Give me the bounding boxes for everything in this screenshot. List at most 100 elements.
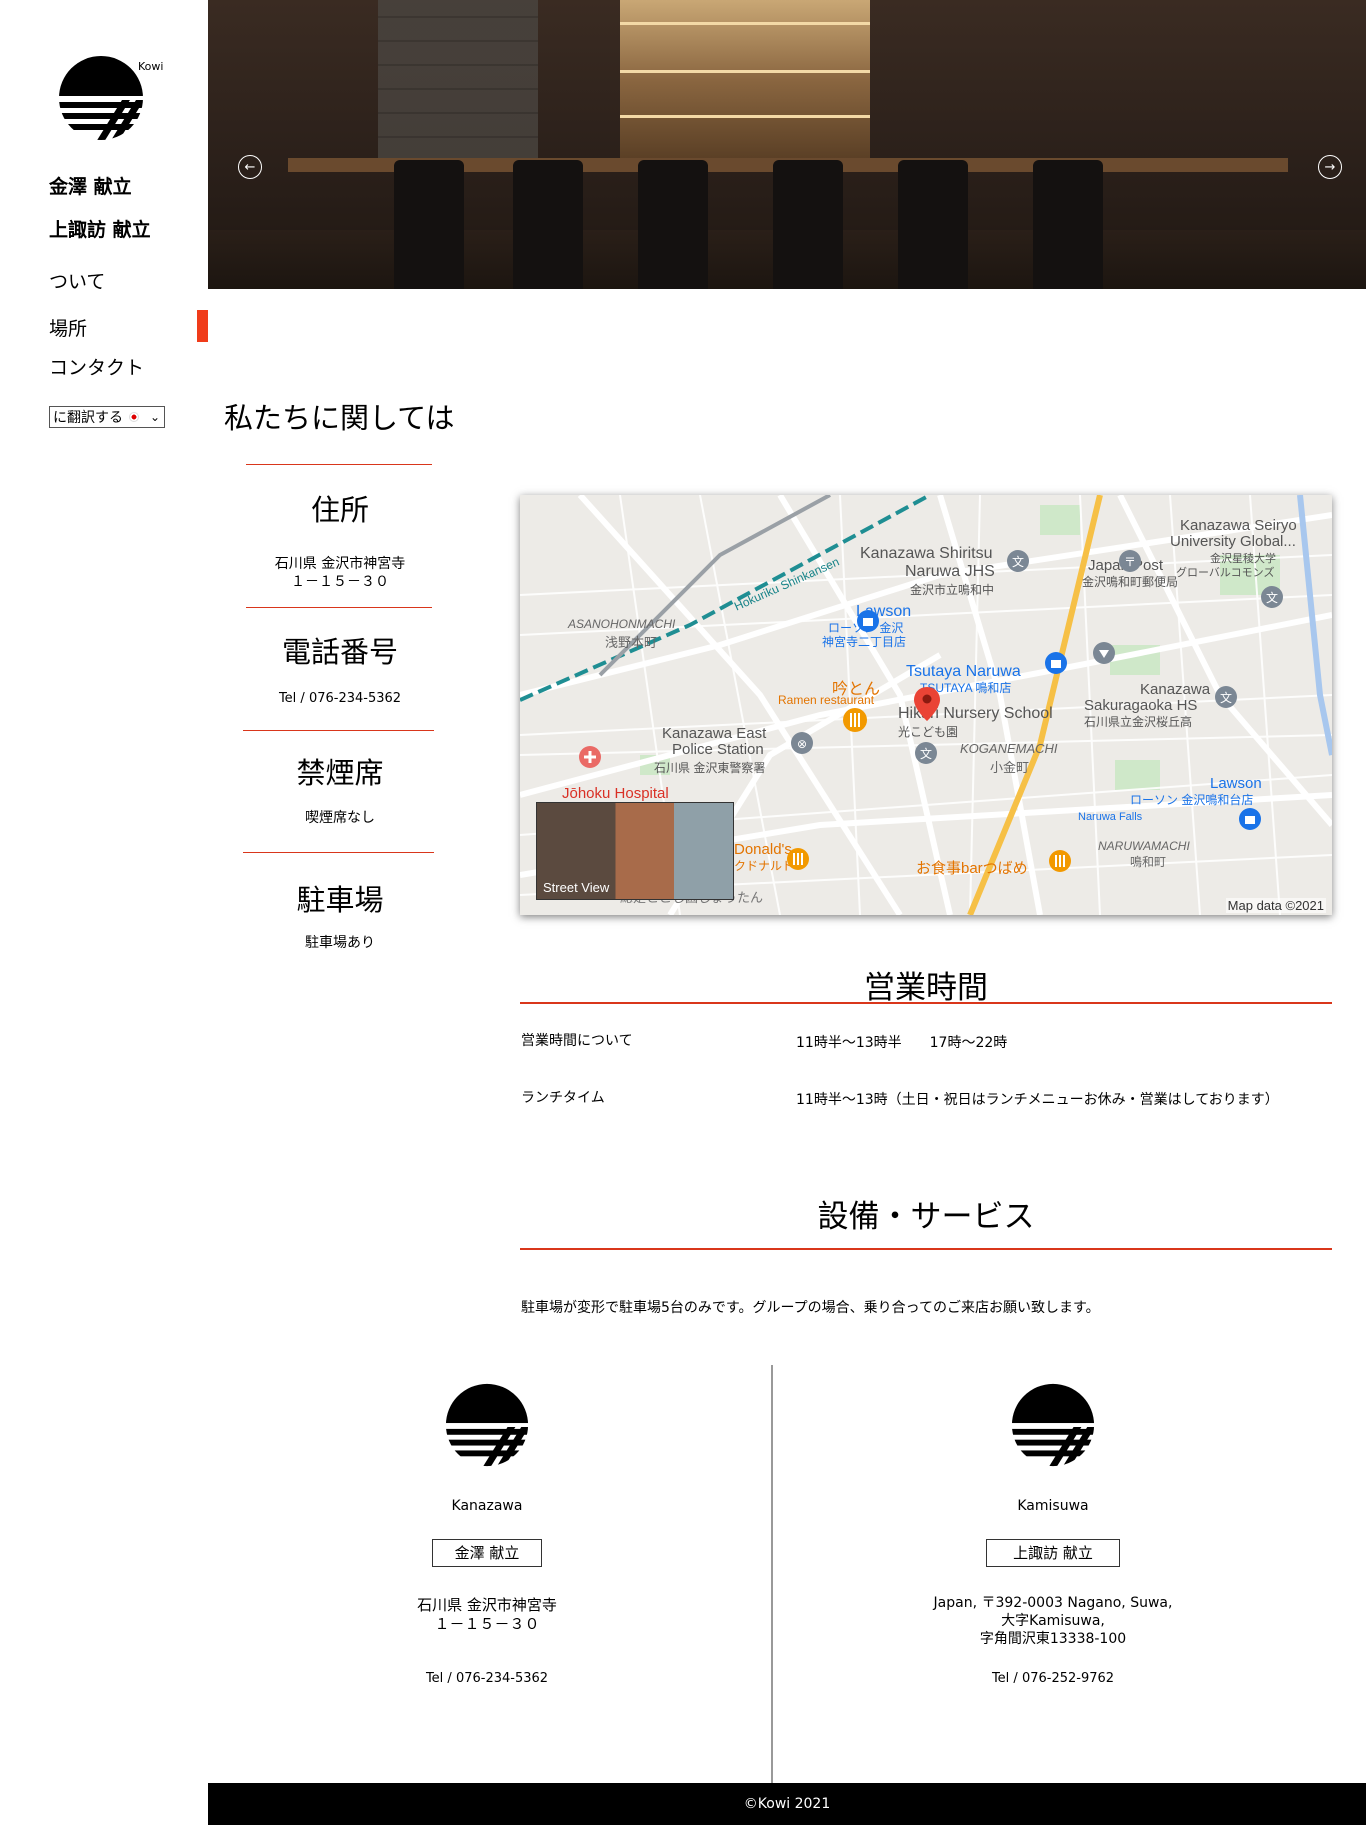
hero-stool [638,160,708,289]
hero-stool [513,160,583,289]
police-pin-icon[interactable]: ⊗ [790,731,814,755]
active-nav-marker [197,310,208,342]
hero-slider: ← → [208,0,1366,289]
map-pin-icon[interactable] [914,687,940,721]
phone-heading: 電話番号 [281,635,398,669]
nav-item-kanazawa-menu[interactable]: 金澤 献立 [49,172,132,199]
map-label-seiryo2: University Global... [1170,533,1296,550]
kanazawa-menu-button[interactable]: 金澤 献立 [432,1539,542,1567]
svg-text:文: 文 [920,746,932,761]
landmark-pin-icon[interactable] [1092,641,1116,665]
phone-text: Tel / 076-234-5362 [278,691,402,706]
map-label-sakuragaoka-jp: 石川県立金沢桜丘高 [1084,715,1193,729]
divider-rule [243,730,434,731]
hero-shelf-light [620,22,870,25]
arrow-left-icon[interactable]: ← [238,155,262,179]
map-label-koganemachi-jp: 小金町 [990,760,1030,775]
translate-label: に翻訳する [53,410,123,426]
svg-text:文: 文 [1220,690,1232,705]
smoking-heading: 禁煙席 [296,756,384,790]
school-pin-icon[interactable]: 文 [1214,685,1238,709]
hours-rule [520,1002,1332,1004]
school-pin-icon[interactable]: 文 [1260,585,1284,609]
hero-stool [394,160,464,289]
map-label-seiryo-jp2: グローバルコモンズ [1176,567,1275,579]
parking-text: 駐車場あり [305,935,375,951]
hospital-pin-icon[interactable] [578,745,602,773]
map-label-lawson2-jp: ローソン 金沢鳴和台店 [1130,793,1254,807]
nav-item-kamisuwa-menu[interactable]: 上諏訪 献立 [49,215,151,242]
divider-rule [243,852,434,853]
map-label-school2: Naruwa JHS [905,563,995,580]
kamisuwa-tel: Tel / 076-252-9762 [991,1671,1115,1686]
map-label-mcd: Donald's [734,841,792,858]
hero-shelf-light [620,70,870,73]
kanazawa-name: Kanazawa [451,1498,523,1514]
svg-text:文: 文 [1012,554,1024,569]
map-credit[interactable]: Map data ©2021 [1225,898,1326,913]
chevron-down-icon: ⌄ [149,410,160,424]
map-label-tsubame: お食事barつばめ [916,860,1028,877]
about-title: 私たちに関しては [224,401,455,435]
map-label-naruwamachi: NARUWAMACHI [1098,839,1190,853]
divider-rule [246,607,432,608]
sidebar: Kowi 金澤 献立 上諏訪 献立 ついて 場所 コンタクト に翻訳する ⌄ [0,0,208,1825]
map-label-nursery-jp: 光こども園 [898,725,959,739]
map-label-asanohon: ASANOHONMACHI [568,617,676,631]
map-label-school: Kanazawa Shiritsu [860,545,993,562]
japan-flag-icon [129,412,139,422]
address-heading: 住所 [310,493,369,527]
nav-item-about[interactable]: ついて [49,267,105,294]
map-label-naruwafalls: Naruwa Falls [1078,811,1143,823]
locations-divider [771,1365,773,1785]
hours-row-label: 営業時間について [521,1033,633,1049]
address-line-1: 石川県 金沢市神宮寺 [274,556,406,572]
svg-text:文: 文 [1266,590,1278,605]
address-line-2: １－１５－３０ [291,574,389,590]
map-label-japanpost-jp: 金沢鳴和町郵便局 [1082,575,1179,589]
post-office-pin-icon[interactable]: 〒 [1118,549,1142,573]
translate-select[interactable]: に翻訳する ⌄ [49,406,165,428]
map-label-police-jp: 石川県 金沢東警察署 [654,761,766,775]
lunch-row-value: 11時半～13時（土日・祝日はランチメニューお休み・営業はしております） [796,1092,1279,1108]
restaurant-pin-icon[interactable] [1048,849,1072,877]
hours-row-value: 11時半～13時半 17時～22時 [796,1035,1008,1051]
map-label-police: Kanazawa East [662,725,767,742]
kanazawa-tel: Tel / 076-234-5362 [425,1671,549,1686]
kanazawa-address-line-1: 石川県 金沢市神宮寺 [417,1596,557,1614]
kanazawa-address-line-2: １－１５－３０ [434,1615,540,1633]
school-pin-icon[interactable]: 文 [1006,549,1030,573]
kowi-logo[interactable] [56,52,146,144]
kamisuwa-name: Kamisuwa [1017,1498,1089,1514]
kamisuwa-address-line-1: Japan, 〒392-0003 Nagano, Suwa, [933,1595,1173,1611]
restaurant-pin-icon[interactable] [842,707,868,737]
map-label-police2: Police Station [672,741,764,758]
facilities-text: 駐車場が変形で駐車場5台のみです。グループの場合、乗り合ってのご来店お願い致しま… [521,1300,1100,1316]
shopping-pin-icon[interactable] [1044,651,1068,675]
restaurant-pin-icon[interactable] [786,847,810,875]
hero-shelf-light [620,115,870,118]
hero-wall [378,0,538,160]
map-label-asanohon-jp: 浅野本町 [605,635,658,650]
divider-rule [246,464,432,465]
nav-item-contact[interactable]: コンタクト [49,353,144,380]
kamisuwa-menu-button[interactable]: 上諏訪 献立 [986,1539,1120,1567]
footer-copyright: ©Kowi 2021 [208,1783,1366,1825]
arrow-right-icon[interactable]: → [1318,155,1342,179]
svg-text:⊗: ⊗ [797,737,807,751]
nav-item-location[interactable]: 場所 [49,314,87,341]
shopping-pin-icon[interactable] [1238,807,1262,831]
map-label-school-jp: 金沢市立鳴和中 [910,583,995,597]
hours-title: 営業時間 [864,970,988,1006]
svg-text:〒: 〒 [1124,555,1136,569]
map-label-lawson2: Lawson [1210,775,1262,792]
map-label-hospital: Jōhoku Hospital [562,785,669,802]
facilities-title: 設備・サービス [817,1199,1035,1235]
street-view-thumbnail[interactable]: Street View [536,802,734,900]
logo-text: Kowi [138,60,164,73]
kamisuwa-address-line-2: 大字Kamisuwa, [1001,1613,1105,1629]
school-pin-icon[interactable]: 文 [914,741,938,765]
map-label-seiryo: Kanazawa Seiryo [1180,517,1297,534]
shopping-pin-icon[interactable] [856,609,880,633]
google-map[interactable]: Kanazawa Shiritsu Naruwa JHS 金沢市立鳴和中 Law… [520,495,1332,915]
